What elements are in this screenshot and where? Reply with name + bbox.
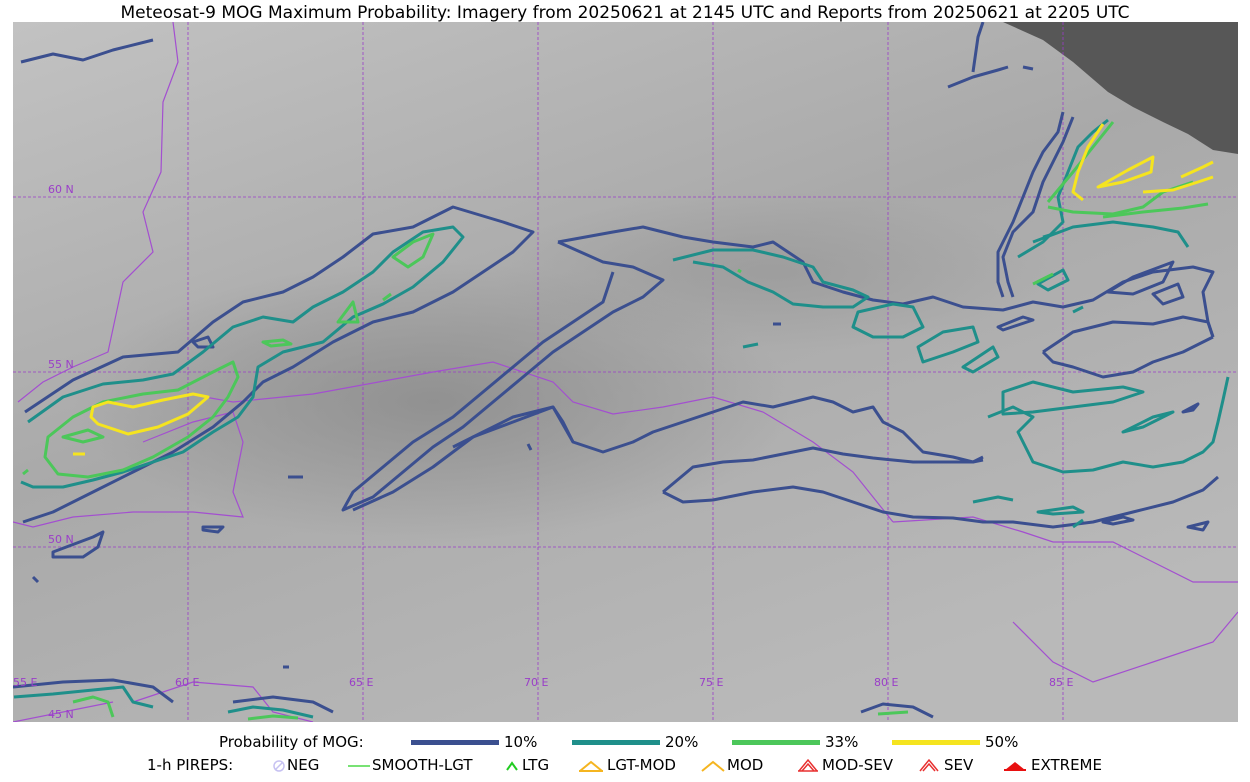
latitude-label: 55 N: [48, 358, 74, 371]
contour-33-percent: [737, 268, 742, 274]
longitude-label: 75 E: [699, 676, 724, 689]
probability-level-label: 33%: [825, 733, 859, 751]
probability-level-label: 10%: [504, 733, 538, 751]
contour-33-percent: [877, 710, 909, 716]
probability-level-label: 20%: [665, 733, 699, 751]
contour-10-percent: [1022, 65, 1034, 71]
longitude-label: 65 E: [349, 676, 374, 689]
longitude-label: 70 E: [524, 676, 549, 689]
ltg-chevron-icon: [506, 761, 518, 771]
pirep-label: LTG: [522, 756, 550, 774]
smooth-lgt-line-icon: [348, 765, 370, 767]
longitude-label: 85 E: [1049, 676, 1074, 689]
sev-icon: [919, 758, 939, 772]
pirep-label: LGT-MOD: [607, 756, 676, 774]
pirep-label: NEG: [287, 756, 320, 774]
extreme-icon: [1004, 762, 1026, 771]
pirep-label: SMOOTH-LGT: [372, 756, 473, 774]
longitude-label: 60 E: [175, 676, 200, 689]
lgt-mod-icon: [579, 760, 603, 772]
longitude-label: 80 E: [874, 676, 899, 689]
pireps-legend-title: 1-h PIREPS:: [147, 756, 234, 774]
chart-title: Meteosat-9 MOG Maximum Probability: Imag…: [120, 3, 1130, 23]
probability-swatch: [732, 740, 820, 745]
pirep-label: MOD: [727, 756, 764, 774]
probability-swatch: [411, 740, 499, 745]
latitude-label: 50 N: [48, 533, 74, 546]
latitude-label: 60 N: [48, 183, 74, 196]
probability-swatch: [572, 740, 660, 745]
longitude-label: 55 E: [13, 676, 38, 689]
pireps-legend: 1-h PIREPS: NEG SMOOTH-LGT LTG LGT-MOD M…: [0, 755, 1250, 777]
satellite-map[interactable]: 60 N 55 N 50 N 45 N 55 E 60 E 65 E 70 E …: [13, 22, 1238, 722]
pirep-label: EXTREME: [1031, 756, 1102, 774]
probability-legend: Probability of MOG: 10% 20% 33% 50%: [0, 732, 1250, 754]
probability-swatch: [892, 740, 980, 745]
mod-sev-icon: [798, 758, 818, 772]
neg-icon: [273, 760, 285, 772]
pirep-label: MOD-SEV: [822, 756, 893, 774]
probability-level-label: 50%: [985, 733, 1019, 751]
latitude-label: 45 N: [48, 708, 74, 721]
map-canvas: [13, 22, 1238, 722]
probability-legend-title: Probability of MOG:: [219, 733, 364, 751]
pirep-label: SEV: [944, 756, 974, 774]
mod-icon: [701, 760, 725, 772]
